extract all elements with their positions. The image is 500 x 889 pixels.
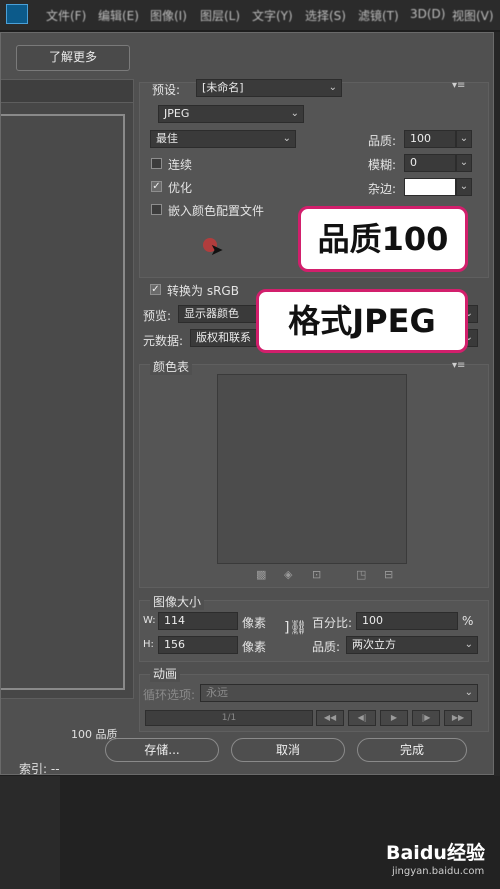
quality-callout: 品质100: [298, 206, 468, 272]
quality-preset-value: 最佳: [156, 132, 178, 145]
menu-3d[interactable]: 3D(D): [410, 7, 445, 21]
photoshop-logo-icon: [6, 4, 28, 24]
cancel-button[interactable]: 取消: [231, 738, 345, 762]
height-input[interactable]: 156: [158, 636, 238, 654]
preview-tabs: [1, 80, 133, 103]
width-unit: 像素: [242, 616, 267, 630]
mouse-cursor-icon: ➤: [210, 240, 224, 259]
loop-dropdown[interactable]: 永远 ⌄: [200, 684, 478, 702]
matte-dropdown-arrow[interactable]: ⌄: [456, 178, 472, 196]
format-callout: 格式JPEG: [256, 289, 468, 353]
lock-icon[interactable]: ⊡: [312, 568, 321, 581]
height-value: 156: [164, 638, 185, 651]
menu-image[interactable]: 图像(I): [150, 7, 187, 24]
convert-srgb-label: 转换为 sRGB: [167, 284, 239, 298]
app-menubar: 文件(F) 编辑(E) 图像(I) 图层(L) 文字(Y) 选择(S) 滤镜(T…: [0, 0, 500, 30]
progressive-label: 连续: [168, 158, 193, 172]
link-chain-icon[interactable]: ]⛓: [284, 620, 307, 636]
frame-counter-value: 1/1: [221, 713, 237, 723]
resample-label: 品质:: [312, 640, 341, 654]
optimized-checkbox[interactable]: ✓: [151, 181, 162, 192]
next-frame-icon[interactable]: |▶: [412, 710, 440, 726]
image-size-title: 图像大小: [150, 593, 205, 610]
metadata-label: 元数据:: [143, 334, 184, 348]
width-value: 114: [164, 614, 185, 627]
width-label: W:: [143, 615, 156, 626]
menu-type[interactable]: 文字(Y): [252, 7, 293, 24]
blur-input[interactable]: 0: [404, 154, 456, 172]
progressive-checkbox[interactable]: [151, 158, 162, 169]
baidu-jingyan-watermark: Baidu经验: [386, 838, 485, 865]
quality-label: 品质:: [368, 134, 397, 148]
percent-unit: %: [462, 614, 474, 628]
save-button[interactable]: 存储...: [105, 738, 219, 762]
preview-panel: 100 品质 索引: --: [1, 79, 134, 776]
menu-filter[interactable]: 滤镜(T): [358, 7, 399, 24]
preset-label: 预设:: [152, 83, 181, 97]
chevron-down-icon: ⌄: [328, 82, 337, 93]
format-value: JPEG: [164, 107, 190, 120]
first-frame-icon[interactable]: ◀◀: [316, 710, 344, 726]
format-dropdown[interactable]: JPEG ⌄: [158, 105, 304, 123]
percent-input[interactable]: 100: [356, 612, 458, 630]
convert-srgb-checkbox[interactable]: ✓: [150, 284, 161, 295]
panel-menu-icon[interactable]: ▾≡: [452, 80, 465, 91]
chevron-down-icon: ⌄: [464, 639, 473, 650]
resample-dropdown[interactable]: 两次立方 ⌄: [346, 636, 478, 654]
chevron-down-icon: ⌄: [282, 133, 291, 144]
play-icon[interactable]: ▶: [380, 710, 408, 726]
resample-value: 两次立方: [352, 638, 396, 651]
web-shift-icon[interactable]: ▩: [256, 568, 266, 581]
percent-label: 百分比:: [312, 616, 353, 630]
prev-frame-icon[interactable]: ◀|: [348, 710, 376, 726]
chevron-down-icon: ⌄: [290, 108, 299, 119]
loop-value: 永远: [206, 686, 228, 699]
height-unit: 像素: [242, 640, 267, 654]
animation-title: 动画: [150, 665, 181, 682]
preview-canvas[interactable]: [1, 114, 125, 690]
quality-dropdown-arrow[interactable]: ⌄: [456, 130, 472, 148]
window-scrollbar: [494, 32, 500, 889]
menu-edit[interactable]: 编辑(E): [98, 7, 139, 24]
menu-file[interactable]: 文件(F): [46, 7, 86, 24]
blur-dropdown-arrow[interactable]: ⌄: [456, 154, 472, 172]
optimized-label: 优化: [168, 181, 193, 195]
done-button[interactable]: 完成: [357, 738, 467, 762]
color-table-area[interactable]: [217, 374, 407, 564]
blur-label: 模糊:: [368, 158, 397, 172]
cube-icon[interactable]: ◈: [284, 568, 292, 581]
quality-value: 100: [410, 132, 431, 145]
last-frame-icon[interactable]: ▶▶: [444, 710, 472, 726]
chevron-down-icon: ⌄: [464, 687, 473, 698]
frame-counter: 1/1: [145, 710, 313, 726]
color-table-menu-icon[interactable]: ▾≡: [452, 360, 465, 371]
preview-mode-value: 显示器颜色: [184, 307, 239, 320]
menu-select[interactable]: 选择(S): [305, 7, 346, 24]
preview-mode-label: 预览:: [143, 309, 172, 323]
menu-layer[interactable]: 图层(L): [200, 7, 240, 24]
loop-label: 循环选项:: [143, 688, 196, 702]
menu-view[interactable]: 视图(V): [452, 7, 494, 24]
embed-profile-label: 嵌入颜色配置文件: [168, 204, 265, 218]
watermark-url: jingyan.baidu.com: [392, 866, 485, 877]
width-input[interactable]: 114: [158, 612, 238, 630]
embed-profile-checkbox[interactable]: [151, 204, 162, 215]
metadata-value: 版权和联系: [196, 331, 251, 344]
new-color-icon[interactable]: ◳: [356, 568, 366, 581]
quality-preset-dropdown[interactable]: 最佳 ⌄: [150, 130, 296, 148]
watermark-brand: Baidu经验: [386, 842, 485, 864]
color-table-title: 颜色表: [150, 358, 193, 375]
learn-more-button[interactable]: 了解更多: [16, 45, 130, 71]
matte-label: 杂边:: [368, 182, 397, 196]
blur-value: 0: [410, 156, 417, 169]
quality-input[interactable]: 100: [404, 130, 456, 148]
trash-icon[interactable]: ⊟: [384, 568, 393, 581]
index-readout: 索引: --: [19, 762, 60, 776]
height-label: H:: [143, 639, 154, 650]
preset-value: [未命名]: [202, 81, 244, 94]
percent-value: 100: [362, 614, 383, 627]
preset-dropdown[interactable]: [未命名] ⌄: [196, 79, 342, 97]
matte-color-swatch[interactable]: [404, 178, 456, 196]
